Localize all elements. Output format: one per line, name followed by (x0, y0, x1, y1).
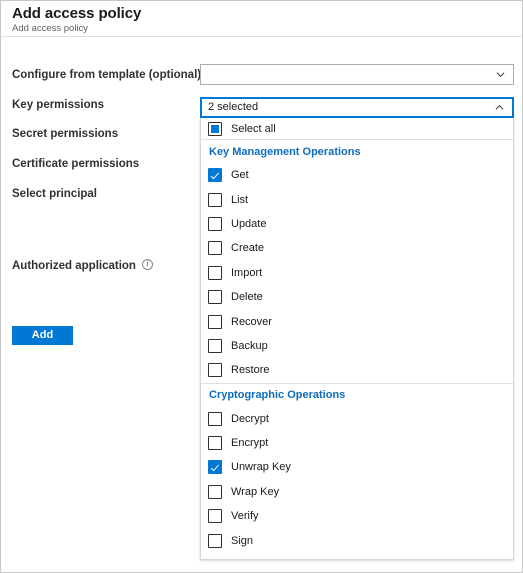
option-decrypt[interactable]: Decrypt (201, 407, 513, 431)
group-header: Cryptographic Operations (209, 389, 346, 402)
option-label: List (231, 193, 249, 206)
chevron-down-icon (496, 70, 505, 79)
key-permissions-combobox[interactable]: 2 selected (200, 97, 514, 118)
group-header: Key Management Operations (209, 145, 361, 158)
option-verify[interactable]: Verify (201, 504, 513, 528)
option-label: Create (231, 242, 265, 255)
checkbox-unchecked-icon[interactable] (208, 484, 222, 499)
checkbox-checked-icon[interactable] (208, 168, 222, 183)
option-sign[interactable]: Sign (201, 528, 513, 552)
dropdown-groups: Key Management Operations Get List Update Cr… (201, 140, 513, 553)
option-label: Select all (231, 122, 276, 135)
option-backup[interactable]: Backup (201, 334, 513, 358)
label-select-principal: Select principal (12, 188, 98, 200)
label-key-permissions: Key permissions (12, 99, 105, 111)
option-delete[interactable]: Delete (201, 285, 513, 309)
option-import[interactable]: Import (201, 261, 513, 285)
checkbox-checked-icon[interactable] (208, 460, 222, 475)
label-secret-permissions: Secret permissions (12, 128, 119, 140)
checkbox-indeterminate-icon[interactable] (208, 121, 222, 136)
checkbox-unchecked-icon[interactable] (208, 241, 222, 256)
option-unwrap-key[interactable]: Unwrap Key (201, 455, 513, 479)
add-access-policy-panel: Add access policy Add access policy Conf… (0, 0, 523, 573)
checkbox-unchecked-icon[interactable] (208, 411, 222, 426)
checkbox-unchecked-icon[interactable] (208, 216, 222, 231)
option-label: Verify (231, 510, 259, 523)
checkbox-unchecked-icon[interactable] (208, 265, 222, 280)
option-label: Encrypt (231, 437, 269, 450)
option-label: Get (231, 169, 249, 182)
label-certificate-permissions: Certificate permissions (12, 158, 140, 170)
key-permissions-value: 2 selected (208, 101, 259, 113)
configure-from-template-combobox[interactable] (200, 64, 514, 85)
option-label: Decrypt (231, 412, 269, 425)
checkbox-unchecked-icon[interactable] (208, 363, 222, 378)
option-label: Update (231, 217, 267, 230)
option-get[interactable]: Get (201, 163, 513, 187)
checkbox-unchecked-icon[interactable] (208, 290, 222, 305)
checkbox-unchecked-icon[interactable] (208, 338, 222, 353)
option-recover[interactable]: Recover (201, 309, 513, 333)
option-label: Import (231, 266, 263, 279)
key-permissions-dropdown: Select all Key Management Operations Get L… (200, 118, 514, 560)
info-icon[interactable] (141, 259, 153, 270)
option-select-all[interactable]: Select all (201, 118, 513, 139)
option-label: Delete (231, 291, 263, 304)
option-label: Unwrap Key (231, 461, 291, 474)
add-button[interactable]: Add (12, 326, 73, 345)
checkbox-unchecked-icon[interactable] (208, 436, 222, 451)
checkbox-unchecked-icon[interactable] (208, 314, 222, 329)
option-label: Wrap Key (231, 485, 280, 498)
option-label: Recover (231, 315, 272, 328)
option-encrypt[interactable]: Encrypt (201, 431, 513, 455)
option-restore[interactable]: Restore (201, 358, 513, 382)
authorized-application-text: Authorized application (12, 260, 136, 272)
option-label: Sign (231, 534, 254, 547)
checkbox-unchecked-icon[interactable] (208, 509, 222, 524)
checkbox-unchecked-icon[interactable] (208, 533, 222, 548)
option-list[interactable]: List (201, 187, 513, 211)
option-wrap-key[interactable]: Wrap Key (201, 480, 513, 504)
checkbox-unchecked-icon[interactable] (208, 192, 222, 207)
label-authorized-application: Authorized application (12, 258, 153, 272)
panel-header: Add access policy Add access policy (1, 1, 522, 37)
chevron-up-icon (495, 103, 504, 112)
option-label: Backup (231, 339, 268, 352)
option-create[interactable]: Create (201, 236, 513, 260)
option-update[interactable]: Update (201, 212, 513, 236)
page-title: Add access policy (12, 5, 142, 22)
option-label: Restore (231, 364, 270, 377)
label-configure-from-template: Configure from template (optional) (12, 69, 202, 81)
breadcrumb: Add access policy (12, 23, 89, 34)
